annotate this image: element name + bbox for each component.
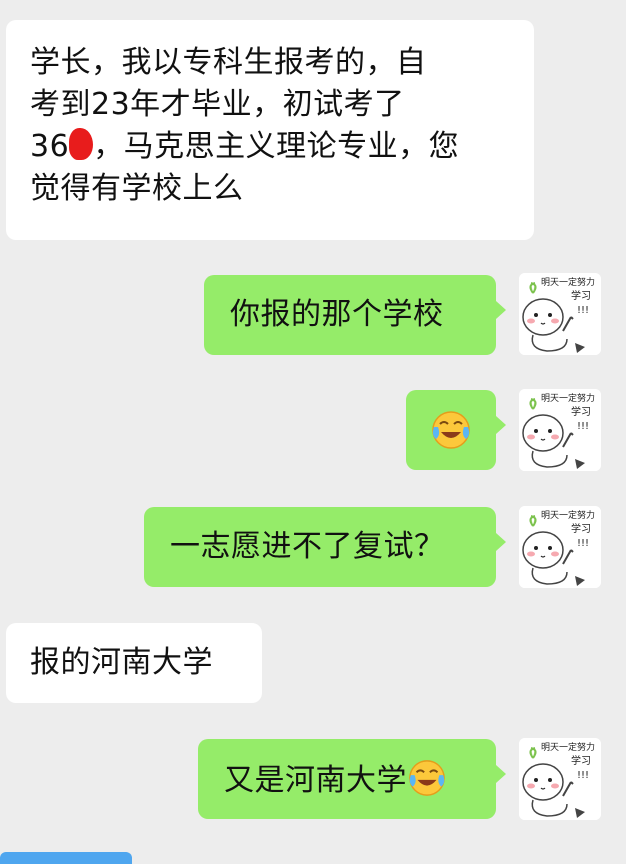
message-text: 又是河南大学: [224, 763, 407, 798]
sticker-avatar-icon: 明天一定努力 学习 !!!: [519, 506, 601, 588]
sticker-avatar[interactable]: 明天一定努力 学习 !!!: [519, 389, 601, 471]
avatar-caption-line: !!!: [577, 538, 589, 549]
avatar-caption-line: !!!: [577, 770, 589, 781]
message-text: 一志愿进不了复试？: [170, 529, 445, 564]
sticker-avatar[interactable]: 明天一定努力 学习 !!!: [519, 273, 601, 355]
sticker-avatar[interactable]: 明天一定努力 学习 !!!: [519, 738, 601, 820]
avatar-caption-line: !!!: [577, 305, 589, 316]
redaction-mark: [69, 128, 94, 160]
message-text: 你报的那个学校: [230, 297, 444, 332]
sticker-avatar-icon: 明天一定努力 学习 !!!: [519, 389, 601, 471]
crying-laughing-emoji-icon: [432, 410, 470, 449]
sticker-avatar-icon: 明天一定努力 学习 !!!: [519, 273, 601, 355]
outgoing-message-bubble[interactable]: 你报的那个学校: [204, 275, 506, 355]
avatar-caption-line: 明天一定努力: [541, 741, 595, 753]
avatar-caption-line: !!!: [577, 421, 589, 432]
outgoing-message-bubble[interactable]: 一志愿进不了复试？: [144, 507, 506, 587]
message-line: 学长，我以专科生报考的，自: [30, 45, 427, 80]
incoming-message-bubble[interactable]: 报的河南大学: [6, 623, 262, 703]
message-text: 报的河南大学: [30, 645, 213, 680]
avatar-caption-line: 明天一定努力: [541, 392, 595, 404]
outgoing-message-bubble[interactable]: [406, 390, 506, 470]
message-line: 考到23年才毕业，初试考了: [30, 87, 405, 122]
sticker-avatar-icon: 明天一定努力 学习 !!!: [519, 738, 601, 820]
incoming-message-bubble[interactable]: 学长，我以专科生报考的，自 考到23年才毕业，初试考了 36 ，马克思主义理论专业…: [6, 20, 534, 240]
avatar-caption-line: 学习: [571, 289, 591, 302]
avatar-caption-line: 明天一定努力: [541, 509, 595, 521]
avatar-caption-line: 明天一定努力: [541, 276, 595, 288]
bottom-toolbar-strip: [0, 852, 132, 864]
avatar-caption-line: 学习: [571, 522, 591, 535]
avatar-caption-line: 学习: [571, 405, 591, 418]
message-line: 36 ，马克思主义理论专业，您: [30, 128, 460, 164]
outgoing-message-bubble[interactable]: 又是河南大学: [198, 739, 506, 819]
message-line: 觉得有学校上么: [30, 171, 244, 206]
crying-laughing-emoji-icon: [409, 760, 445, 796]
sticker-avatar[interactable]: 明天一定努力 学习 !!!: [519, 506, 601, 588]
avatar-caption-line: 学习: [571, 754, 591, 767]
